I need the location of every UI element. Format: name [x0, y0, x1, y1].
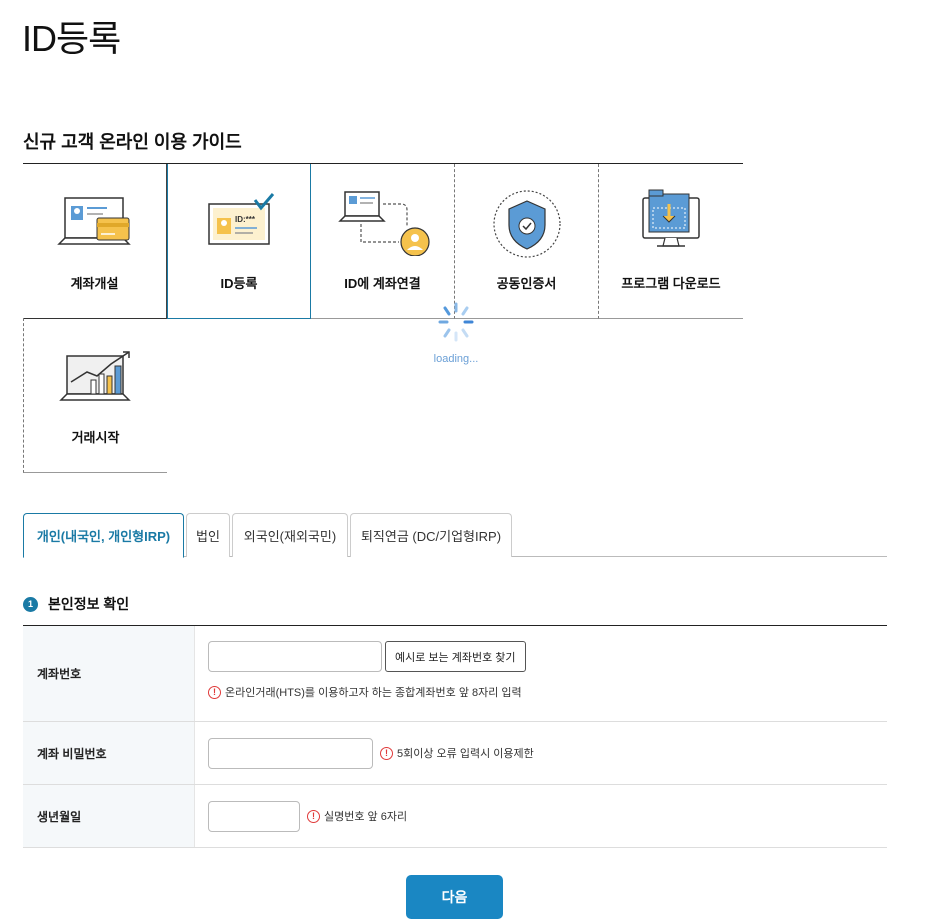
account-card-icon	[23, 192, 166, 262]
account-number-label: 계좌번호	[23, 626, 195, 721]
guide-step-label: 공동인증서	[496, 276, 557, 291]
warning-icon: !	[208, 685, 221, 699]
guide-row-1: 계좌개설 ID:*** ID등록 ID에 계좌연결 공동인증서 프로그램 다운로…	[23, 163, 743, 319]
loading-indicator: loading...	[430, 302, 482, 365]
form-row-account-password: 계좌 비밀번호 ! 5회이상 오류 입력시 이용제한	[23, 722, 887, 785]
birth-date-label: 생년월일	[23, 785, 195, 847]
birth-date-hint-text: 실명번호 앞 6자리	[324, 811, 408, 823]
guide-step-label: 프로그램 다운로드	[621, 276, 721, 291]
step-number-badge: 1	[23, 596, 38, 612]
shield-check-icon	[455, 190, 598, 262]
account-password-input[interactable]	[208, 737, 373, 769]
guide-row-2: 거래시작	[23, 318, 167, 473]
form-row-birth-date: 생년월일 ! 실명번호 앞 6자리	[23, 785, 887, 848]
next-button[interactable]: 다음	[406, 875, 503, 919]
identity-form: 계좌번호 예시로 보는 계좌번호 찾기 ! 온라인거래(HTS)를 이용하고자 …	[23, 625, 887, 848]
guide-step-certificate[interactable]: 공동인증서	[455, 164, 599, 319]
account-password-hint-text: 5회이상 오류 입력시 이용제한	[397, 748, 534, 760]
form-row-account-number: 계좌번호 예시로 보는 계좌번호 찾기 ! 온라인거래(HTS)를 이용하고자 …	[23, 626, 887, 722]
guide-step-label: 계좌개설	[70, 276, 119, 291]
section-header: 1 본인정보 확인	[23, 594, 129, 614]
guide-title: 신규 고객 온라인 이용 가이드	[23, 132, 242, 152]
guide-step-link-account[interactable]: ID에 계좌연결	[311, 164, 455, 319]
guide-step-program-download[interactable]: 프로그램 다운로드	[599, 164, 743, 319]
account-password-hint: ! 5회이상 오류 입력시 이용제한	[380, 745, 534, 761]
account-number-field-cell: 예시로 보는 계좌번호 찾기 ! 온라인거래(HTS)를 이용하고자 하는 종합…	[195, 626, 887, 721]
laptop-user-link-icon	[311, 191, 454, 262]
tab-individual[interactable]: 개인(내국인, 개인형IRP)	[23, 513, 184, 558]
chart-growth-icon	[24, 346, 167, 416]
guide-step-label: ID에 계좌연결	[344, 276, 421, 291]
tab-corporate[interactable]: 법인	[186, 513, 230, 557]
birth-date-field-cell: ! 실명번호 앞 6자리	[195, 785, 887, 847]
customer-type-tabs: 개인(내국인, 개인형IRP) 법인 외국인(재외국민) 퇴직연금 (DC/기업…	[23, 513, 887, 558]
guide-step-id-register[interactable]: ID:*** ID등록	[167, 164, 311, 319]
guide-step-label: 거래시작	[71, 430, 120, 445]
svg-text:ID:***: ID:***	[235, 215, 256, 224]
guide-step-account-open[interactable]: 계좌개설	[23, 164, 167, 319]
loading-text: loading...	[433, 353, 479, 365]
tab-foreigner[interactable]: 외국인(재외국민)	[232, 513, 348, 557]
find-account-example-button[interactable]: 예시로 보는 계좌번호 찾기	[385, 641, 526, 672]
birth-date-input[interactable]	[208, 800, 300, 832]
account-password-label: 계좌 비밀번호	[23, 722, 195, 784]
account-password-field-cell: ! 5회이상 오류 입력시 이용제한	[195, 722, 887, 784]
spinner-icon	[438, 302, 474, 342]
birth-date-hint: ! 실명번호 앞 6자리	[307, 808, 407, 824]
id-card-check-icon: ID:***	[168, 192, 310, 262]
tab-retirement-pension[interactable]: 퇴직연금 (DC/기업형IRP)	[350, 513, 512, 557]
monitor-download-icon	[599, 189, 743, 262]
account-number-input[interactable]	[208, 641, 382, 672]
guide-step-start-trading[interactable]: 거래시작	[23, 318, 167, 473]
account-number-hint: ! 온라인거래(HTS)를 이용하고자 하는 종합계좌번호 앞 8자리 입력	[208, 684, 887, 700]
warning-icon: !	[307, 809, 320, 823]
page-title: ID등록	[22, 18, 121, 59]
section-title: 본인정보 확인	[48, 596, 130, 612]
guide-step-label: ID등록	[220, 276, 258, 291]
account-number-hint-text: 온라인거래(HTS)를 이용하고자 하는 종합계좌번호 앞 8자리 입력	[225, 687, 522, 699]
warning-icon: !	[380, 746, 393, 760]
